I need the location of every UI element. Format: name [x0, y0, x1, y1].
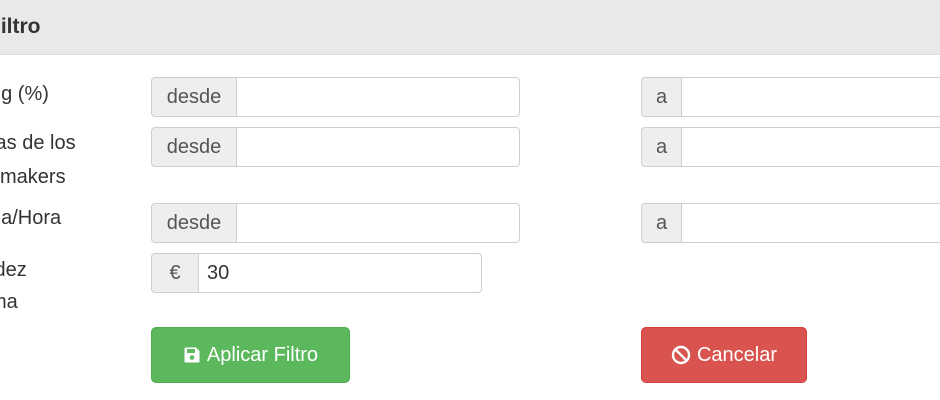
save-icon	[183, 346, 201, 364]
cancel-button[interactable]: Cancelar	[641, 327, 807, 383]
row-1-to-addon: a	[641, 77, 681, 117]
row-4-amount-input[interactable]	[198, 253, 482, 293]
row-2-label-line-1: tas de los	[0, 132, 76, 154]
row-2-label-line-2: kmakers	[0, 166, 66, 188]
row-3-from-input[interactable]	[236, 203, 520, 243]
apply-filter-button[interactable]: Aplicar Filtro	[151, 327, 350, 383]
ban-icon	[671, 345, 691, 365]
row-4-label-line-2: ma	[0, 291, 18, 313]
row-1-label: ng (%)	[0, 83, 49, 105]
row-1-from-input[interactable]	[236, 77, 520, 117]
cancel-label: Cancelar	[696, 343, 778, 366]
row-3-from-addon: desde	[151, 203, 236, 243]
row-4-label-line-1: idez	[0, 259, 27, 281]
panel-title: Filtro	[0, 15, 41, 38]
row-2-from-input[interactable]	[236, 127, 520, 167]
row-3-label: na/Hora	[0, 207, 62, 229]
row-1-from-addon: desde	[151, 77, 236, 117]
row-4-currency-addon: €	[151, 253, 198, 293]
row-1-to-input[interactable]	[681, 77, 940, 117]
row-2-from-addon: desde	[151, 127, 236, 167]
row-2-to-input[interactable]	[681, 127, 940, 167]
panel-header: Filtro	[0, 0, 940, 55]
apply-filter-label: Aplicar Filtro	[206, 343, 319, 366]
row-3-to-addon: a	[641, 203, 681, 243]
row-3-to-input[interactable]	[681, 203, 940, 243]
row-2-to-addon: a	[641, 127, 681, 167]
